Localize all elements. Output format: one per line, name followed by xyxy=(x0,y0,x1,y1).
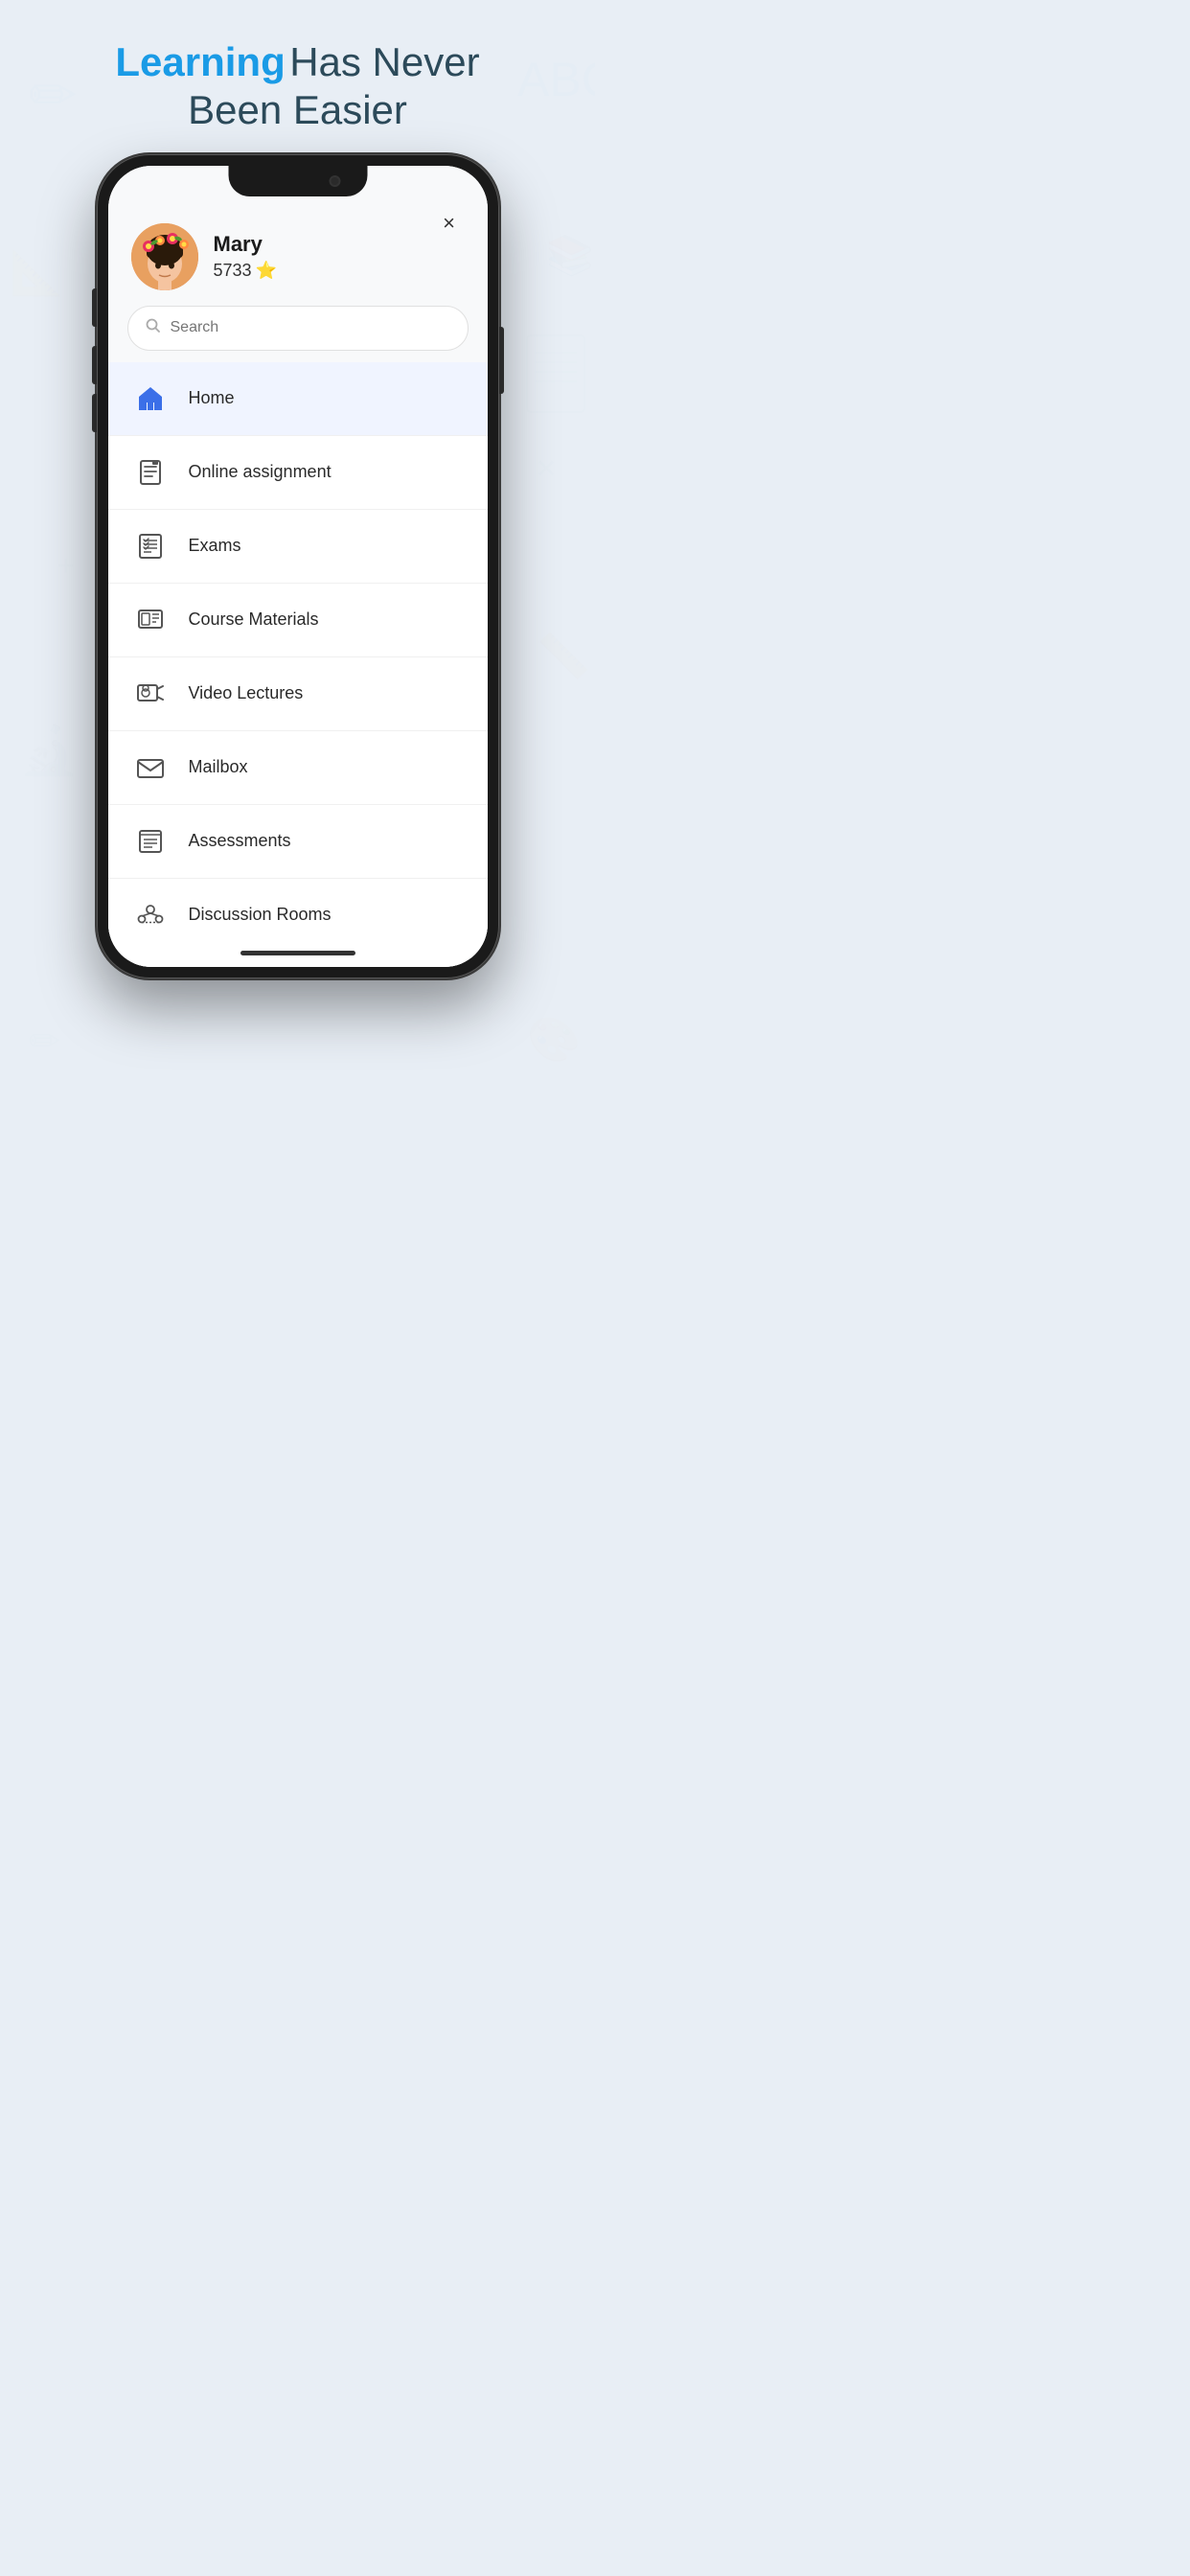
menu-label-discussion-rooms: Discussion Rooms xyxy=(189,905,332,925)
home-bar xyxy=(240,951,355,955)
menu-list: Home Online assignment xyxy=(108,362,488,940)
svg-text:📚: 📚 xyxy=(546,235,594,277)
avatar xyxy=(131,223,198,290)
header-learning-word: Learning xyxy=(115,39,285,84)
menu-item-home[interactable]: Home xyxy=(108,362,488,436)
svg-text:+: + xyxy=(57,550,75,582)
menu-item-video-lectures[interactable]: Video Lectures xyxy=(108,657,488,731)
svg-text:📐: 📐 xyxy=(10,248,63,297)
course-materials-icon xyxy=(131,601,170,639)
svg-text:🔬: 🔬 xyxy=(19,722,79,777)
menu-label-assessments: Assessments xyxy=(189,831,291,851)
screen-content: × xyxy=(108,166,488,967)
user-stars: 5733 ⭐ xyxy=(214,261,277,281)
search-input[interactable] xyxy=(171,319,450,336)
phone-notch xyxy=(228,166,367,196)
menu-label-home: Home xyxy=(189,388,235,408)
search-bar[interactable] xyxy=(127,306,469,351)
video-lectures-icon xyxy=(131,675,170,713)
user-info: Mary 5733 ⭐ xyxy=(214,232,277,281)
header-title: Learning Has NeverBeen Easier xyxy=(115,38,479,135)
menu-label-mailbox: Mailbox xyxy=(189,757,248,777)
menu-label-course-materials: Course Materials xyxy=(189,610,319,630)
user-profile: Mary 5733 ⭐ xyxy=(108,204,488,306)
svg-text:✏: ✏ xyxy=(29,1021,61,1063)
discussion-rooms-icon xyxy=(131,896,170,934)
svg-text:×: × xyxy=(537,449,556,487)
svg-text:🎨: 🎨 xyxy=(527,1013,581,1064)
mailbox-icon xyxy=(131,748,170,787)
svg-text:📏: 📏 xyxy=(537,632,590,680)
menu-label-online-assignment: Online assignment xyxy=(189,462,332,482)
menu-item-assessments[interactable]: Assessments xyxy=(108,805,488,879)
menu-item-discussion-rooms[interactable]: Discussion Rooms xyxy=(108,879,488,940)
assessments-icon xyxy=(131,822,170,861)
home-icon xyxy=(131,380,170,418)
menu-item-online-assignment[interactable]: Online assignment xyxy=(108,436,488,510)
search-icon xyxy=(146,318,161,338)
user-name: Mary xyxy=(214,232,277,257)
phone-frame: × xyxy=(97,154,499,978)
svg-text:✏: ✏ xyxy=(29,63,77,127)
front-camera xyxy=(329,175,340,187)
svg-text:ABC: ABC xyxy=(517,53,595,106)
home-indicator xyxy=(108,940,488,967)
assignment-icon xyxy=(131,453,170,492)
exams-icon xyxy=(131,527,170,565)
menu-label-video-lectures: Video Lectures xyxy=(189,683,304,703)
menu-item-mailbox[interactable]: Mailbox xyxy=(108,731,488,805)
menu-label-exams: Exams xyxy=(189,536,241,556)
menu-item-exams[interactable]: Exams xyxy=(108,510,488,584)
menu-item-course-materials[interactable]: Course Materials xyxy=(108,584,488,657)
close-button[interactable]: × xyxy=(434,208,465,239)
phone-screen: × xyxy=(108,166,488,967)
